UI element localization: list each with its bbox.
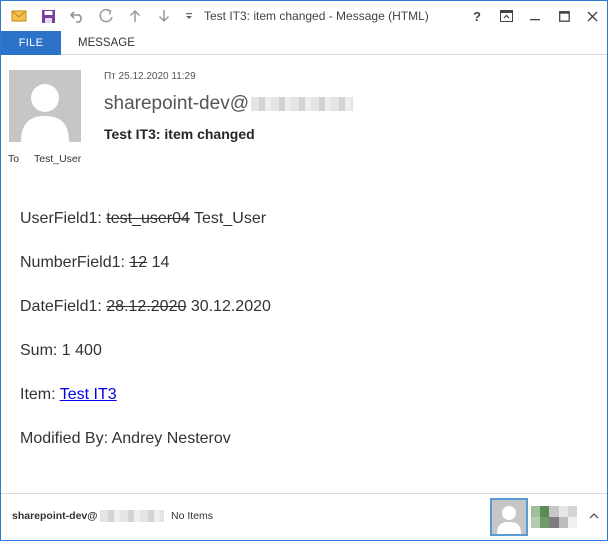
window-title: Test IT3: item changed - Message (HTML) bbox=[204, 9, 429, 23]
datefield-new-value: 30.12.2020 bbox=[190, 298, 271, 315]
modified-by-line: Modified By: Andrey Nesterov bbox=[20, 430, 231, 448]
customize-qat-icon[interactable] bbox=[179, 6, 199, 26]
maximize-button[interactable] bbox=[553, 5, 575, 27]
person-icon bbox=[9, 70, 81, 142]
sum-line: Sum: 1 400 bbox=[20, 342, 102, 360]
numberfield-old-value: 12 bbox=[129, 254, 148, 271]
arrow-down-icon[interactable] bbox=[154, 6, 174, 26]
help-button[interactable]: ? bbox=[466, 5, 488, 27]
undo-icon[interactable] bbox=[67, 6, 87, 26]
minimize-button[interactable] bbox=[524, 5, 546, 27]
tab-file[interactable]: FILE bbox=[1, 31, 61, 55]
sum-label: Sum: bbox=[20, 342, 58, 359]
ribbon-display-options-button[interactable] bbox=[495, 5, 517, 27]
item-label: Item: bbox=[20, 386, 56, 403]
sum-value: 1 400 bbox=[61, 342, 102, 359]
outlook-message-window: Test IT3: item changed - Message (HTML) … bbox=[0, 0, 608, 541]
userfield-new-value: Test_User bbox=[194, 210, 267, 227]
userfield-line: UserField1: test_user04 Test_User bbox=[20, 210, 266, 228]
message-subject: Test IT3: item changed bbox=[104, 126, 255, 142]
modified-by-value: Andrey Nesterov bbox=[111, 430, 231, 447]
sender-address-text: sharepoint-dev@ bbox=[104, 93, 249, 114]
people-pane-avatar[interactable] bbox=[490, 498, 528, 536]
sender-avatar[interactable] bbox=[9, 70, 81, 142]
sender-address[interactable]: sharepoint-dev@ bbox=[104, 93, 353, 115]
ribbon-tabs: FILE MESSAGE bbox=[1, 31, 607, 55]
redacted-domain bbox=[250, 97, 353, 111]
userfield-label: UserField1: bbox=[20, 210, 102, 227]
chevron-up-icon[interactable] bbox=[587, 508, 601, 522]
redacted-domain bbox=[99, 510, 164, 522]
numberfield-label: NumberField1: bbox=[20, 254, 125, 271]
people-pane-sender-text: sharepoint-dev@ bbox=[12, 510, 98, 522]
close-button[interactable] bbox=[581, 5, 603, 27]
datefield-old-value: 28.12.2020 bbox=[106, 298, 187, 315]
arrow-up-icon[interactable] bbox=[125, 6, 145, 26]
people-pane-sender[interactable]: sharepoint-dev@ bbox=[12, 510, 164, 522]
no-items-text: No Items bbox=[171, 510, 214, 522]
modified-by-label: Modified By: bbox=[20, 430, 109, 447]
person-icon bbox=[492, 500, 526, 534]
title-bar: Test IT3: item changed - Message (HTML) … bbox=[1, 1, 607, 31]
to-label: To bbox=[8, 153, 20, 165]
save-icon[interactable] bbox=[38, 6, 58, 26]
item-link[interactable]: Test IT3 bbox=[60, 386, 117, 403]
tab-message[interactable]: MESSAGE bbox=[71, 31, 142, 55]
datefield-line: DateField1: 28.12.2020 30.12.2020 bbox=[20, 298, 271, 316]
people-pane: sharepoint-dev@ No Items bbox=[1, 493, 607, 540]
numberfield-line: NumberField1: 12 14 bbox=[20, 254, 169, 272]
numberfield-new-value: 14 bbox=[151, 254, 170, 271]
to-recipient[interactable]: Test_User bbox=[34, 153, 81, 165]
datefield-label: DateField1: bbox=[20, 298, 102, 315]
item-line: Item: Test IT3 bbox=[20, 386, 117, 404]
people-pane-thumbnail[interactable] bbox=[531, 506, 577, 528]
envelope-icon[interactable] bbox=[9, 6, 29, 26]
redo-icon[interactable] bbox=[96, 6, 116, 26]
userfield-old-value: test_user04 bbox=[106, 210, 190, 227]
sent-date: Пт 25.12.2020 11:29 bbox=[104, 71, 196, 82]
